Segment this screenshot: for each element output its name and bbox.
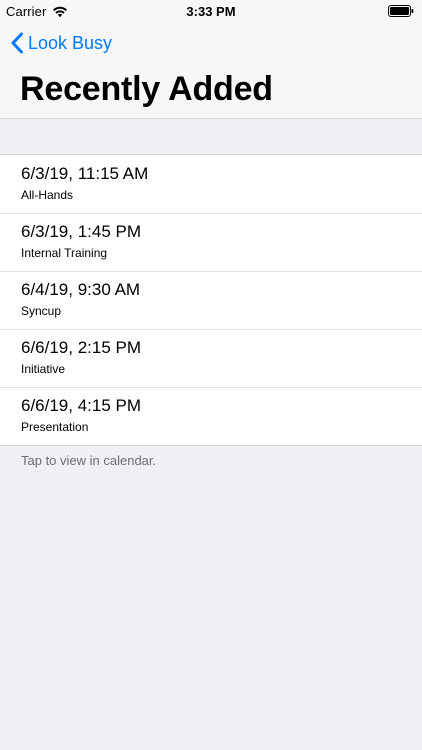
battery-icon: [388, 5, 414, 17]
list-item[interactable]: 6/6/19, 4:15 PM Presentation: [0, 387, 422, 445]
status-time: 3:33 PM: [186, 4, 236, 19]
footer-hint: Tap to view in calendar.: [21, 453, 157, 468]
page-title: Recently Added: [20, 70, 273, 108]
event-datetime: 6/4/19, 9:30 AM: [21, 280, 141, 299]
back-button[interactable]: Look Busy: [10, 32, 112, 54]
back-button-label: Look Busy: [28, 32, 113, 53]
event-datetime: 6/3/19, 11:15 AM: [21, 164, 149, 183]
status-bar: Carrier 3:33 PM: [0, 0, 422, 22]
event-name: Internal Training: [21, 246, 108, 260]
list-item[interactable]: 6/6/19, 2:15 PM Initiative: [0, 329, 422, 387]
event-datetime: 6/6/19, 2:15 PM: [21, 338, 142, 357]
list-item[interactable]: 6/3/19, 11:15 AM All-Hands: [0, 155, 422, 213]
event-name: Presentation: [21, 420, 89, 434]
event-name: Syncup: [21, 304, 62, 318]
chevron-left-icon: [11, 32, 23, 54]
events-list: 6/3/19, 11:15 AM All-Hands 6/3/19, 1:45 …: [0, 154, 422, 446]
event-name: Initiative: [21, 362, 66, 376]
navigation-bar: Look Busy Recently Added: [0, 22, 422, 119]
event-datetime: 6/3/19, 1:45 PM: [21, 222, 142, 241]
event-name: All-Hands: [21, 188, 74, 202]
list-item[interactable]: 6/3/19, 1:45 PM Internal Training: [0, 213, 422, 271]
event-datetime: 6/6/19, 4:15 PM: [21, 396, 142, 415]
list-item[interactable]: 6/4/19, 9:30 AM Syncup: [0, 271, 422, 329]
